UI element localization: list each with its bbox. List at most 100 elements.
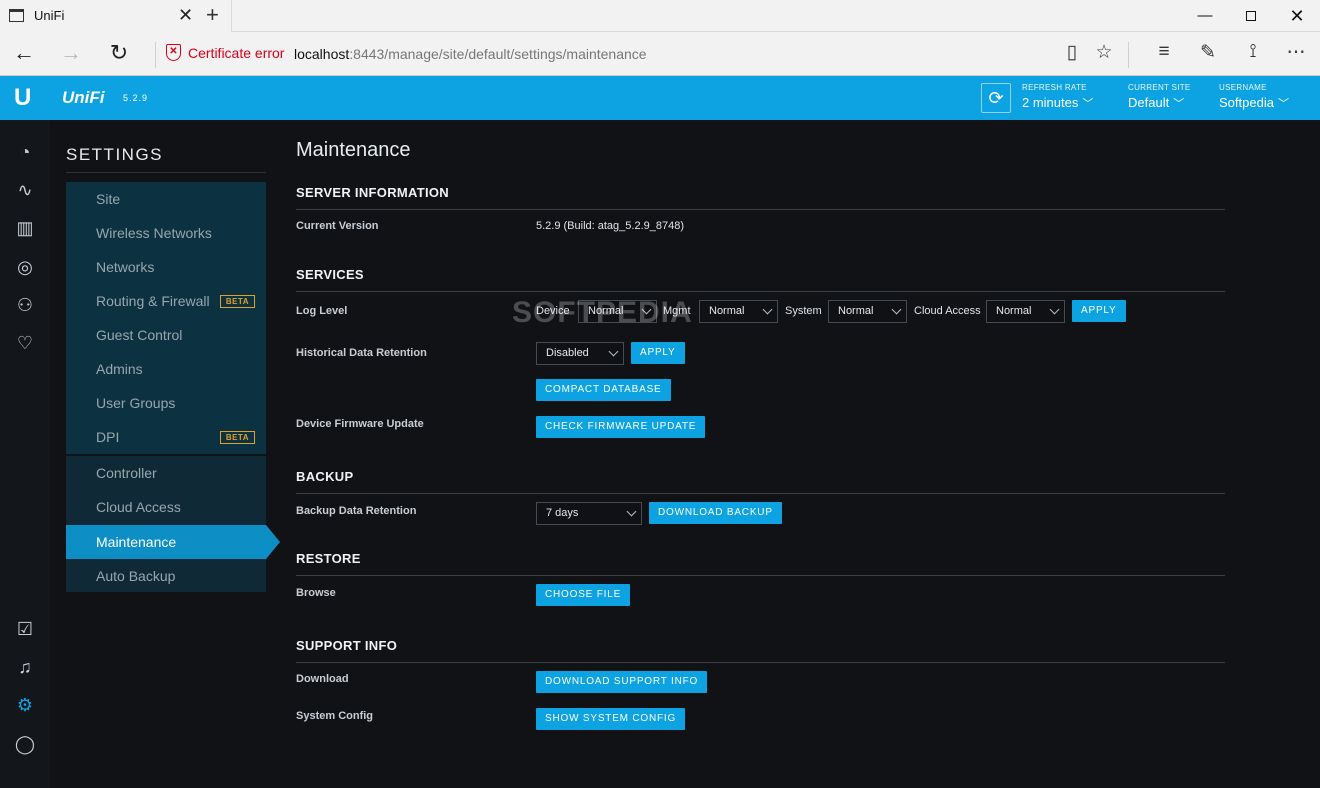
nav-item-user-groups[interactable]: User Groups [66, 386, 266, 420]
app-version: 5.2.9 [123, 93, 149, 103]
nav-item-dpi[interactable]: DPI BETA [66, 420, 266, 454]
refresh-rate-select[interactable]: REFRESH RATE 2 minutes ﹀ [1022, 83, 1093, 111]
back-arrow-icon[interactable]: ← [9, 40, 39, 66]
statistics-icon[interactable]: ∿ [14, 179, 36, 201]
download-support-info-button[interactable]: DOWNLOAD SUPPORT INFO [536, 671, 708, 693]
softpedia-watermark: SOFTPEDIA [512, 296, 693, 329]
address-url[interactable]: localhost:8443/manage/site/default/setti… [294, 46, 647, 62]
backup-retention-value: 7 days [546, 507, 579, 519]
current-version-value: 5.2.9 (Build: atag_5.2.9_8748) [536, 220, 685, 232]
check-firmware-button[interactable]: CHECK FIRMWARE UPDATE [536, 416, 706, 438]
nav-item-label: Routing & Firewall [96, 293, 210, 309]
browser-tab[interactable]: UniFi ✕ [0, 0, 232, 32]
tab-page-icon [9, 9, 24, 22]
web-note-icon[interactable]: ✎ [1195, 41, 1221, 64]
support-info-heading: SUPPORT INFO [296, 638, 398, 653]
insights-icon[interactable]: ♡ [14, 332, 36, 354]
backup-retention-select[interactable]: 7 days [536, 502, 642, 525]
cloud-access-log-value: Normal [996, 305, 1032, 317]
nav-item-label: Guest Control [96, 327, 183, 343]
system-log-label: System [785, 305, 822, 317]
clients-icon[interactable]: ⚇ [14, 294, 36, 316]
choose-file-button[interactable]: CHOOSE FILE [536, 584, 631, 606]
unifi-header: U UniFi 5.2.9 ⟳ REFRESH RATE 2 minutes ﹀ … [0, 76, 1320, 120]
more-menu-icon[interactable]: ⋯ [1283, 41, 1309, 64]
section-divider [296, 209, 1225, 210]
ubiquiti-logo-icon: U [14, 84, 32, 111]
mgmt-log-select[interactable]: Normal [699, 300, 778, 323]
nav-item-site[interactable]: Site [66, 182, 266, 216]
nav-item-controller[interactable]: Controller [66, 456, 266, 490]
current-version-label: Current Version [296, 220, 379, 232]
historical-retention-select[interactable]: Disabled [536, 342, 624, 365]
active-nav-pointer [266, 525, 280, 559]
controller-settings-group: Controller Cloud Access Maintenance Auto… [66, 456, 266, 592]
nav-item-guest-control[interactable]: Guest Control [66, 318, 266, 352]
new-tab-icon[interactable]: + [206, 2, 219, 28]
favorite-star-icon[interactable]: ☆ [1091, 41, 1117, 64]
log-level-label: Log Level [296, 305, 348, 317]
nav-item-maintenance[interactable]: Maintenance [66, 525, 266, 559]
url-path: :8443/manage/site/default/settings/maint… [349, 46, 647, 62]
forward-arrow-icon[interactable]: → [56, 40, 86, 66]
cloud-access-log-select[interactable]: Normal [986, 300, 1065, 323]
show-system-config-button[interactable]: SHOW SYSTEM CONFIG [536, 708, 686, 730]
refresh-now-icon[interactable]: ⟳ [981, 83, 1011, 113]
restore-heading: RESTORE [296, 551, 361, 566]
settings-gear-icon[interactable]: ⚙ [14, 694, 36, 716]
current-site-label: CURRENT SITE [1128, 83, 1191, 92]
download-label: Download [296, 673, 349, 685]
nav-item-label: Wireless Networks [96, 225, 212, 241]
refresh-icon[interactable]: ↻ [104, 40, 134, 66]
beta-badge: BETA [219, 295, 255, 308]
nav-item-label: Admins [96, 361, 143, 377]
map-icon[interactable]: ▥ [14, 217, 36, 239]
download-backup-button[interactable]: DOWNLOAD BACKUP [649, 502, 782, 524]
nav-item-routing-firewall[interactable]: Routing & Firewall BETA [66, 284, 266, 318]
apply-log-level-button[interactable]: APPLY [1072, 300, 1126, 322]
mgmt-log-value: Normal [709, 305, 745, 317]
window-minimize-icon[interactable]: — [1182, 0, 1228, 32]
current-site-value: Default [1128, 95, 1170, 110]
page-title: Maintenance [296, 139, 411, 161]
username-value: Softpedia [1219, 95, 1274, 110]
nav-item-label: User Groups [96, 395, 176, 411]
apply-retention-button[interactable]: APPLY [631, 342, 685, 364]
tab-close-icon[interactable]: ✕ [178, 5, 193, 26]
system-log-select[interactable]: Normal [828, 300, 907, 323]
current-site-select[interactable]: CURRENT SITE Default ﹀ [1128, 83, 1191, 111]
nav-item-wireless-networks[interactable]: Wireless Networks [66, 216, 266, 250]
app-name: UniFi [62, 88, 105, 107]
nav-item-auto-backup[interactable]: Auto Backup [66, 559, 266, 593]
certificate-error[interactable]: ✕ Certificate error [166, 44, 284, 61]
firmware-update-label: Device Firmware Update [296, 418, 424, 430]
section-divider [296, 493, 1225, 494]
chat-icon[interactable]: ◯ [14, 733, 36, 755]
username-menu[interactable]: USERNAME Softpedia ﹀ [1219, 83, 1289, 111]
reading-view-icon[interactable]: ▯ [1059, 41, 1085, 64]
window-close-icon[interactable]: ✕ [1274, 0, 1320, 32]
window-maximize-icon[interactable] [1228, 0, 1274, 32]
chevron-down-icon [1049, 304, 1060, 315]
cloud-access-log-label: Cloud Access [914, 305, 981, 317]
nav-item-label: Controller [96, 465, 157, 481]
server-info-heading: SERVER INFORMATION [296, 185, 449, 200]
devices-icon[interactable]: ◎ [14, 256, 36, 278]
nav-item-label: Auto Backup [96, 568, 176, 584]
nav-item-networks[interactable]: Networks [66, 250, 266, 284]
hub-icon[interactable]: ≡ [1151, 41, 1177, 63]
nav-item-cloud-access[interactable]: Cloud Access [66, 490, 266, 524]
nav-item-label: Site [96, 191, 121, 207]
nav-item-admins[interactable]: Admins [66, 352, 266, 386]
share-icon[interactable]: ⟟ [1240, 41, 1266, 63]
backup-retention-label: Backup Data Retention [296, 505, 417, 517]
browser-titlebar: UniFi ✕ + — ✕ [0, 0, 1320, 32]
compact-database-button[interactable]: COMPACT DATABASE [536, 379, 671, 401]
chevron-down-icon [626, 506, 637, 517]
events-icon[interactable]: ☑ [14, 618, 36, 640]
icon-rail: ◔ ∿ ▥ ◎ ⚇ ♡ ☑ ♫ ⚙ ◯ [0, 120, 50, 788]
alerts-bell-icon[interactable]: ♫ [14, 656, 36, 678]
dashboard-icon[interactable]: ◔ [14, 141, 36, 163]
tab-title: UniFi [34, 8, 65, 23]
url-host: localhost [294, 46, 350, 62]
